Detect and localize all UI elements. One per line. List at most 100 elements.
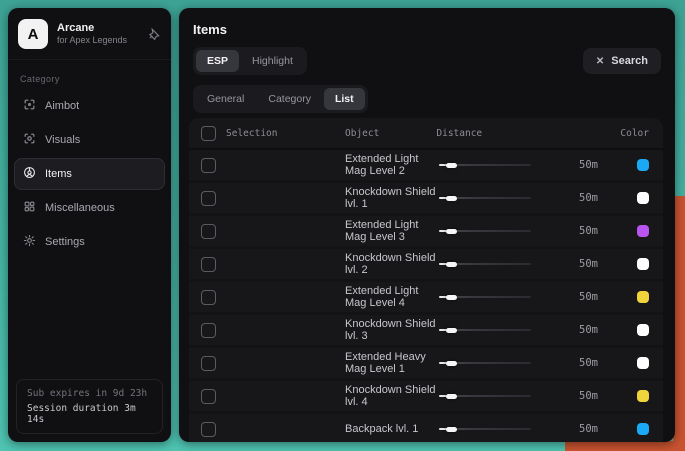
color-cell [623,258,649,270]
tab-category[interactable]: Category [257,88,322,110]
object-name: Extended Heavy Mag Level 1 [345,351,439,375]
row-checkbox[interactable] [201,323,216,338]
sidebar-item-label: Miscellaneous [45,202,115,214]
slider-knob[interactable] [446,196,457,201]
color-cell [623,159,649,171]
color-swatch[interactable] [637,258,649,270]
slider-knob[interactable] [446,328,457,333]
object-name: Extended Light Mag Level 3 [345,219,439,243]
distance-slider[interactable] [439,292,531,302]
distance-slider[interactable] [439,160,531,170]
slider-knob[interactable] [446,229,457,234]
items-table: Selection Object Distance Color Extended… [189,118,663,442]
tab-general[interactable]: General [196,88,255,110]
distance-slider[interactable] [439,193,531,203]
row-selection-cell [201,224,345,239]
session-duration-text: Session duration 3m 14s [27,403,152,425]
subscription-info-box: Sub expires in 9d 23h Session duration 3… [16,379,163,434]
sidebar-item-visuals[interactable]: Visuals [14,124,165,156]
slider-knob[interactable] [446,361,457,366]
distance-cell [439,226,569,236]
slider-knob[interactable] [446,295,457,300]
sidebar-item-items[interactable]: Items [14,158,165,190]
x-search-icon: ✕ [596,56,604,67]
sidebar-item-miscellaneous[interactable]: Miscellaneous [14,192,165,224]
row-checkbox[interactable] [201,422,216,437]
table-body: Extended Light Mag Level 2 50m Knockdown… [189,150,663,442]
slider-knob[interactable] [446,427,457,432]
table-row: Extended Light Mag Level 2 50m [189,150,663,180]
grid-icon [23,200,36,216]
view-tab-group: General Category List [193,85,368,113]
row-checkbox[interactable] [201,224,216,239]
table-row: Knockdown Shield lvl. 3 50m [189,315,663,345]
distance-slider[interactable] [439,259,531,269]
main-panel: Items ESP Highlight ✕ Search General Cat… [179,8,675,442]
column-header-object: Object [345,128,436,139]
object-name: Extended Light Mag Level 4 [345,285,439,309]
row-checkbox[interactable] [201,191,216,206]
tab-esp[interactable]: ESP [196,50,239,72]
distance-slider[interactable] [439,358,531,368]
object-name: Knockdown Shield lvl. 4 [345,384,439,408]
search-button-label: Search [611,55,648,67]
color-swatch[interactable] [637,192,649,204]
distance-cell [439,292,569,302]
view-toolbar: General Category List [179,75,675,113]
distance-cell [439,424,569,434]
color-swatch[interactable] [637,225,649,237]
game-background-orange-bottom [565,441,685,451]
crosshair-icon [23,98,36,114]
gear-icon [23,234,36,250]
row-selection-cell [201,290,345,305]
mode-tab-group: ESP Highlight [193,47,307,75]
eye-icon [23,132,36,148]
tab-list[interactable]: List [324,88,365,110]
sidebar-item-aimbot[interactable]: Aimbot [14,90,165,122]
object-name: Knockdown Shield lvl. 1 [345,186,439,210]
row-checkbox[interactable] [201,257,216,272]
distance-value: 50m [569,324,623,336]
row-checkbox[interactable] [201,356,216,371]
table-row: Knockdown Shield lvl. 1 50m [189,183,663,213]
sub-expires-text: Sub expires in 9d 23h [27,388,152,399]
row-checkbox[interactable] [201,389,216,404]
color-swatch[interactable] [637,159,649,171]
color-cell [623,192,649,204]
sidebar-item-settings[interactable]: Settings [14,226,165,258]
select-all-checkbox[interactable] [201,126,216,141]
distance-slider[interactable] [439,391,531,401]
object-name: Extended Light Mag Level 2 [345,153,439,177]
row-selection-cell [201,389,345,404]
pin-icon[interactable] [147,27,161,41]
color-swatch[interactable] [637,291,649,303]
row-checkbox[interactable] [201,290,216,305]
distance-value: 50m [569,423,623,435]
tab-highlight[interactable]: Highlight [241,50,304,72]
color-cell [623,357,649,369]
color-cell [623,324,649,336]
slider-knob[interactable] [446,262,457,267]
row-selection-cell [201,422,345,437]
color-swatch[interactable] [637,324,649,336]
header-selection-cell: Selection [201,126,345,141]
table-row: Extended Light Mag Level 4 50m [189,282,663,312]
row-selection-cell [201,323,345,338]
color-swatch[interactable] [637,423,649,435]
distance-value: 50m [569,192,623,204]
table-row: Extended Heavy Mag Level 1 50m [189,348,663,378]
slider-knob[interactable] [446,163,457,168]
color-swatch[interactable] [637,390,649,402]
distance-slider[interactable] [439,424,531,434]
distance-slider[interactable] [439,226,531,236]
search-button[interactable]: ✕ Search [583,48,661,74]
color-swatch[interactable] [637,357,649,369]
row-checkbox[interactable] [201,158,216,173]
distance-slider[interactable] [439,325,531,335]
distance-cell [439,325,569,335]
column-header-distance: Distance [436,128,566,139]
row-selection-cell [201,158,345,173]
slider-knob[interactable] [446,394,457,399]
table-header-row: Selection Object Distance Color [189,118,663,150]
row-selection-cell [201,356,345,371]
